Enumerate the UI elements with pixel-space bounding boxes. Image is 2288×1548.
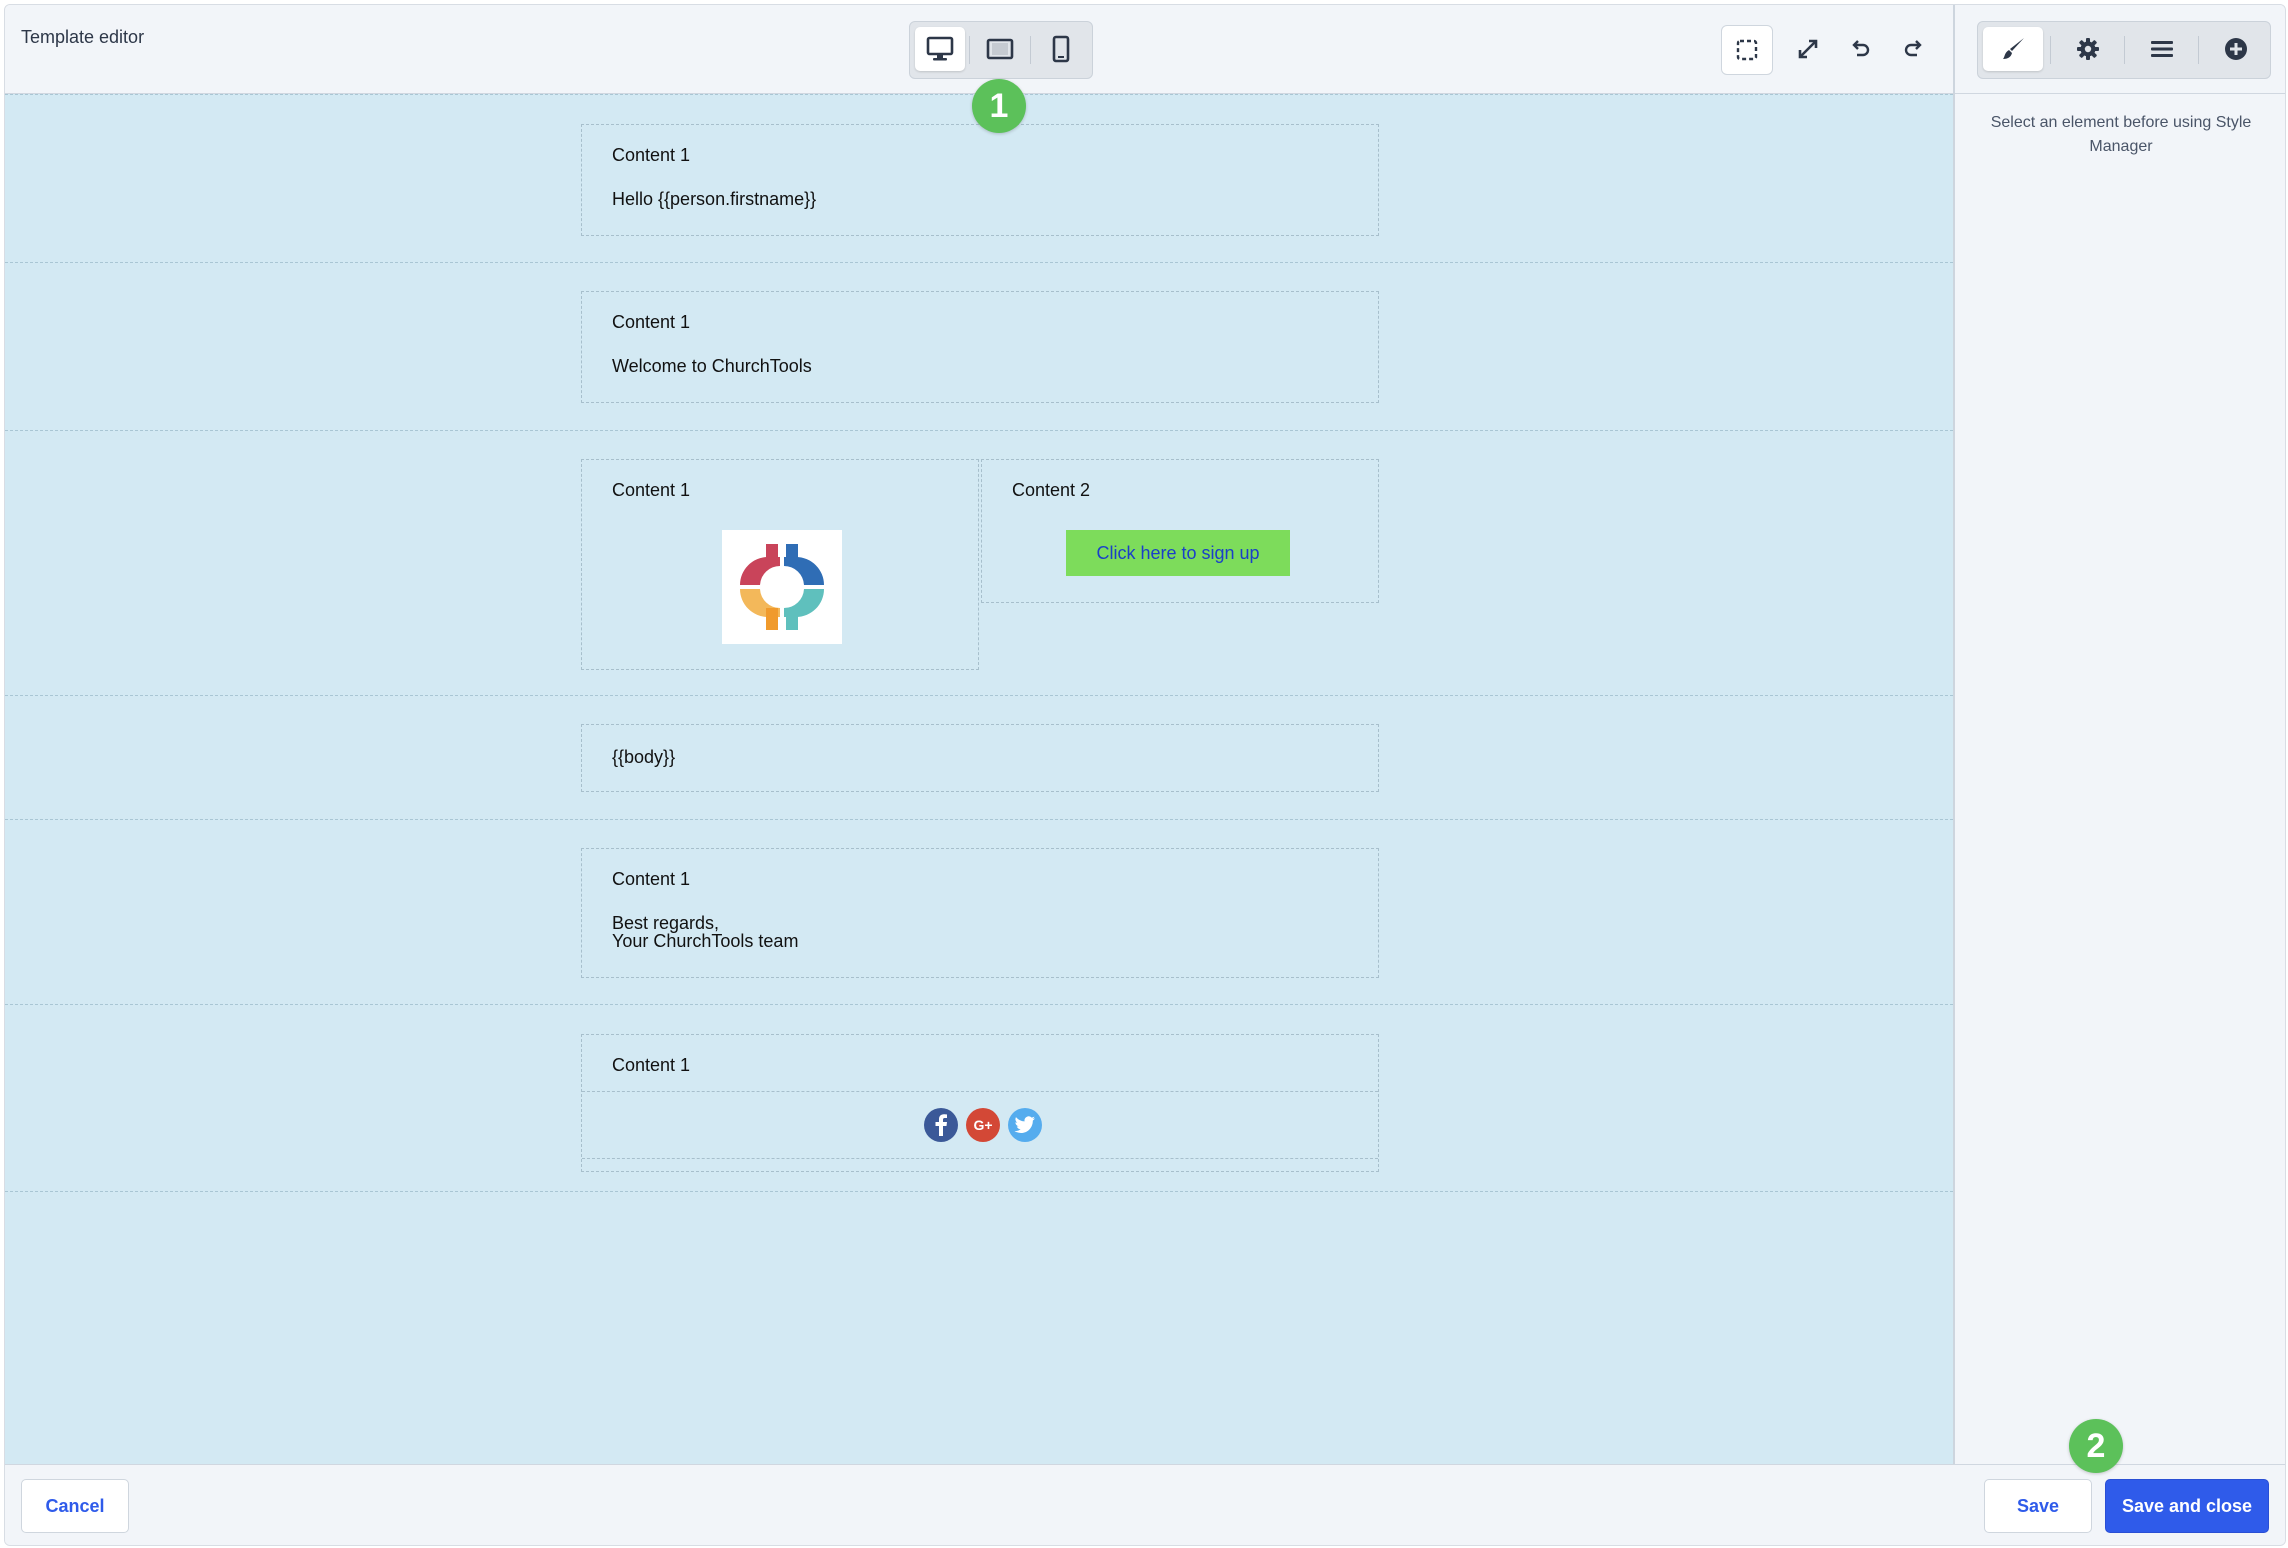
- email-canvas[interactable]: Content 1 Hello {{person.firstname}} Con…: [5, 94, 1953, 1464]
- separator: [2198, 36, 2199, 64]
- church-logo: [740, 544, 824, 630]
- tab-blocks[interactable]: [2206, 27, 2266, 71]
- tablet-view-button[interactable]: [975, 27, 1025, 71]
- style-manager-hint: Select an element before using Style Man…: [1990, 114, 2252, 155]
- style-manager-panel: Select an element before using Style Man…: [1953, 5, 2285, 1464]
- cell-label: Content 1: [612, 145, 691, 165]
- tab-style-manager[interactable]: [1983, 27, 2043, 71]
- step-badge-1: 1: [972, 79, 1026, 133]
- desktop-view-button[interactable]: [915, 27, 965, 71]
- tablet-icon: [986, 38, 1014, 60]
- panel-tabs: [1977, 21, 2271, 79]
- brush-icon: [2003, 38, 2024, 59]
- save-button[interactable]: Save: [1984, 1479, 2092, 1533]
- cell-label: Content 1: [612, 480, 691, 500]
- save-and-close-button[interactable]: Save and close: [2105, 1479, 2269, 1533]
- body-placeholder[interactable]: {{body}}: [612, 747, 675, 768]
- separator: [2050, 36, 2051, 64]
- fullscreen-icon: [1798, 39, 1818, 59]
- content-cell[interactable]: Content 1: [581, 459, 979, 670]
- panel-divider: [1955, 93, 2285, 94]
- separator: [969, 36, 970, 64]
- undo-icon: [1852, 40, 1870, 57]
- canvas-row[interactable]: [5, 430, 1953, 696]
- component-outline-button[interactable]: [1721, 25, 1773, 75]
- cell-text[interactable]: Hello {{person.firstname}}: [612, 189, 816, 210]
- cell-label: Content 1: [612, 869, 691, 889]
- page-title: Template editor: [21, 27, 145, 47]
- cancel-button[interactable]: Cancel: [21, 1479, 129, 1533]
- church-logo-image[interactable]: [722, 530, 842, 644]
- cell-text[interactable]: Welcome to ChurchTools: [612, 356, 812, 377]
- cell-label: Content 1: [612, 312, 691, 332]
- editor-window: Template editor Content 1 Hello {{person…: [4, 4, 2286, 1546]
- mobile-view-button[interactable]: [1036, 27, 1086, 71]
- add-circle-icon: [2225, 38, 2247, 60]
- mobile-icon: [1052, 35, 1070, 63]
- redo-icon: [1904, 40, 1922, 57]
- select-outline-icon: [1736, 39, 1758, 61]
- gear-icon: [2077, 38, 2099, 60]
- tab-layer-manager[interactable]: [2132, 27, 2192, 71]
- cell-label: Content 1: [612, 1055, 691, 1075]
- signup-button[interactable]: Click here to sign up: [1066, 530, 1290, 576]
- cell-label: Content 2: [1012, 480, 1091, 500]
- facebook-icon[interactable]: [924, 1108, 958, 1142]
- step-badge-2: 2: [2069, 1419, 2123, 1473]
- content-cell[interactable]: Content 1 Hello {{person.firstname}}: [581, 124, 1379, 236]
- content-cell[interactable]: Content 2 Click here to sign up: [981, 459, 1379, 603]
- top-toolbar: Template editor: [5, 5, 1953, 94]
- google-plus-icon[interactable]: G+: [966, 1108, 1000, 1142]
- redo-button[interactable]: [1889, 25, 1939, 73]
- social-bar: G+: [582, 1091, 1378, 1159]
- closing-line-2[interactable]: Your ChurchTools team: [612, 931, 798, 952]
- twitter-icon[interactable]: [1008, 1108, 1042, 1142]
- separator: [2124, 36, 2125, 64]
- content-cell[interactable]: {{body}}: [581, 724, 1379, 792]
- layers-icon: [2151, 41, 2173, 57]
- footer-bar: Cancel Save Save and close: [5, 1464, 2285, 1545]
- content-cell[interactable]: Content 1 Best regards, Your ChurchTools…: [581, 848, 1379, 978]
- device-switcher: [909, 21, 1093, 79]
- fullscreen-button[interactable]: [1783, 25, 1833, 73]
- content-cell[interactable]: Content 1 G+: [581, 1034, 1379, 1172]
- tab-trait-settings[interactable]: [2058, 27, 2118, 71]
- undo-button[interactable]: [1835, 25, 1885, 73]
- separator: [1030, 36, 1031, 64]
- content-cell[interactable]: Content 1 Welcome to ChurchTools: [581, 291, 1379, 403]
- desktop-icon: [926, 36, 954, 61]
